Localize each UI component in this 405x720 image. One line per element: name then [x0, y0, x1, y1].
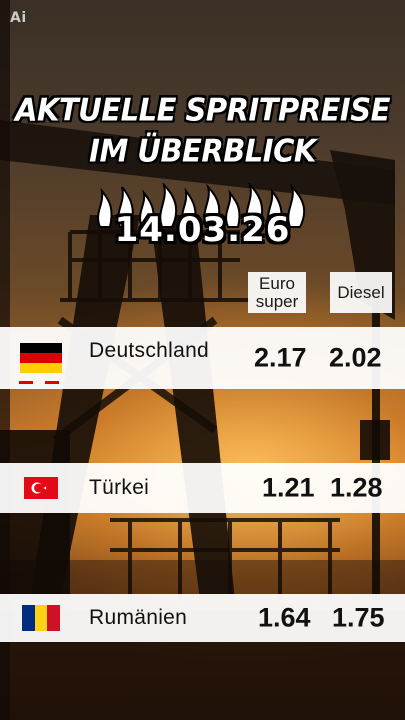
price-euro-super: 1.64 — [258, 602, 311, 633]
country-name: Rumänien — [89, 606, 188, 629]
page-title: AKTUELLE SPRITPREISE IM ÜBERBLICK — [0, 89, 405, 171]
price-diesel: 1.28 — [330, 472, 383, 503]
column-header-euro-super: Euro super — [248, 272, 306, 313]
germany-flag-icon — [20, 343, 62, 373]
price-diesel: 1.75 — [332, 602, 385, 633]
country-name: Deutschland — [89, 338, 210, 362]
romania-flag-icon — [22, 605, 60, 631]
price-euro-super: 2.17 — [254, 342, 307, 373]
turkey-flag-icon — [24, 477, 58, 499]
title-line-2: IM ÜBERBLICK — [89, 132, 316, 169]
column-header-diesel: Diesel — [330, 272, 392, 313]
ai-watermark: Ai — [10, 10, 27, 26]
table-row-deutschland: Deutschland 2.17 2.02 — [0, 327, 405, 389]
table-row-rumaenien: Rumänien 1.64 1.75 — [0, 594, 405, 642]
price-diesel: 2.02 — [329, 342, 382, 373]
title-line-1: AKTUELLE SPRITPREISE — [15, 91, 390, 128]
country-name: Türkei — [89, 476, 150, 499]
price-date: 14.03.26 — [114, 210, 291, 250]
table-row-tuerkei: Türkei 1.21 1.28 — [0, 463, 405, 513]
underline-decoration — [19, 381, 59, 384]
price-euro-super: 1.21 — [262, 472, 315, 503]
